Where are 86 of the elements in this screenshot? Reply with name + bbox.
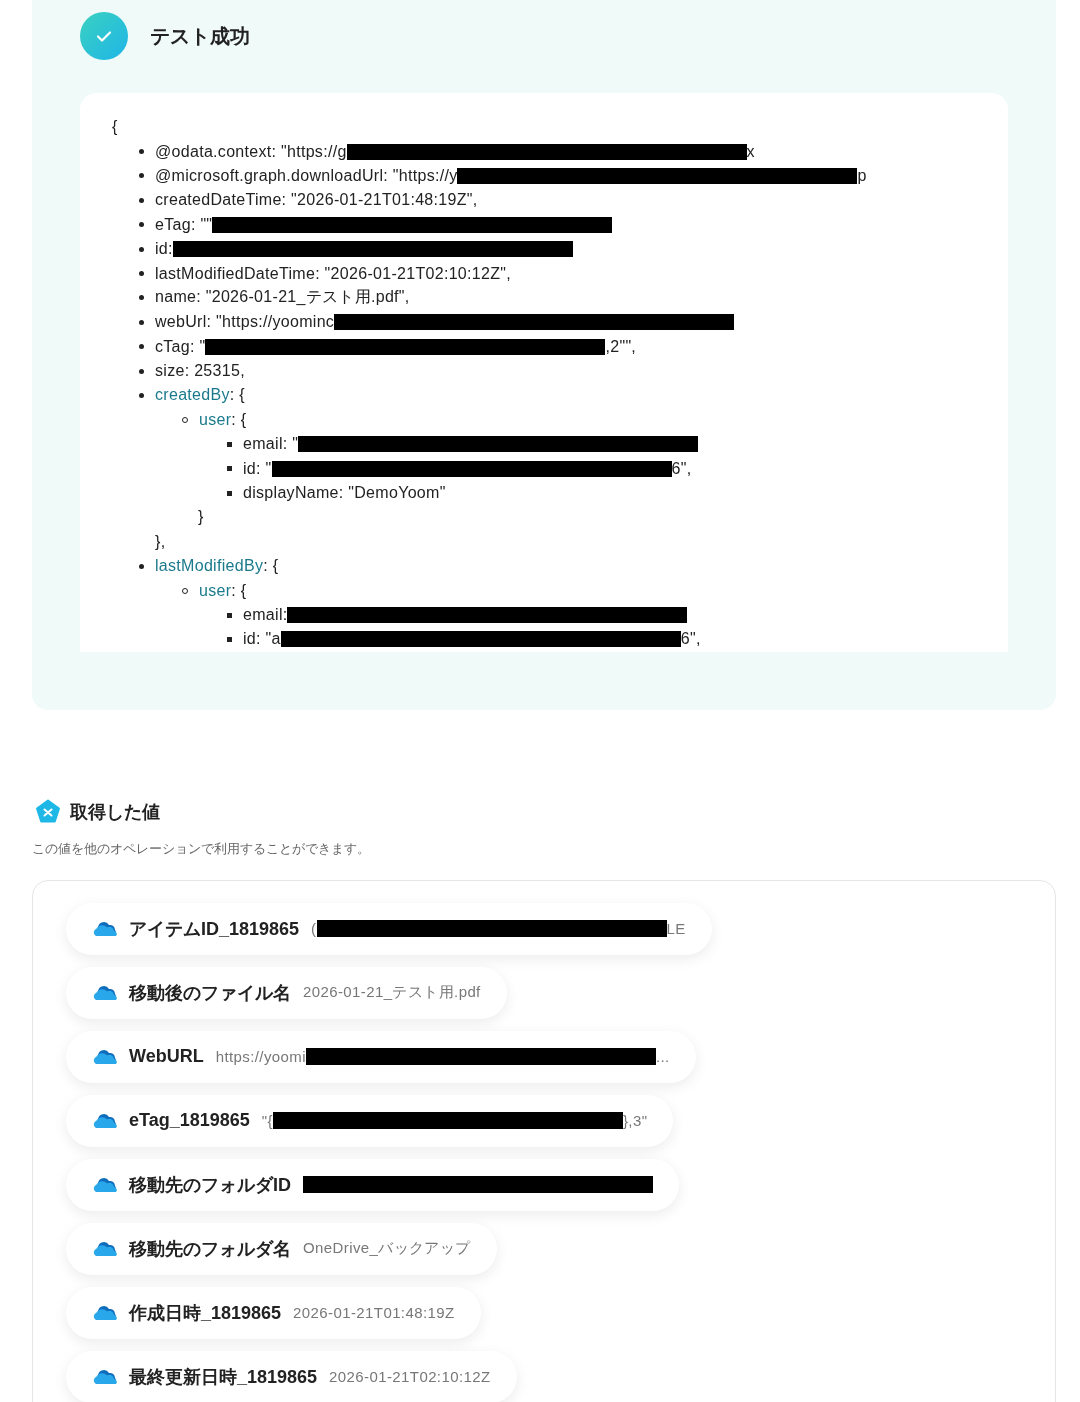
code-text: id: " [243,459,272,478]
value-chip[interactable]: アイテムID_1819865 ( LE [66,902,712,955]
code-key: lastModifiedBy [155,557,264,576]
value-chip[interactable]: 作成日時_1819865 2026-01-21T01:48:19Z [66,1286,481,1339]
cloud-icon [92,1368,118,1385]
code-text: @microsoft.graph.downloadUrl: "https://y [155,166,458,185]
pentagon-icon [34,797,62,826]
bullet-icon [139,295,144,301]
code-text: x [746,142,755,161]
cloud-icon [92,984,118,1001]
value-label: 最終更新日時_1819865 [129,1365,318,1389]
code-key: createdBy [155,386,230,405]
code-text: lastModifiedDateTime: "2026-01-21T02:10:12Z", [155,264,511,283]
code-text: : { [263,557,279,576]
bullet-icon [139,149,144,155]
value-text: ( [311,920,317,938]
value-label: 作成日時_1819865 [129,1301,282,1325]
value-text: ... [655,1048,670,1066]
code-text: cTag: " [155,337,206,356]
code-text: }, [154,532,166,551]
bullet-icon [139,173,144,179]
status-title: テスト成功 [150,23,250,49]
bullet-icon [227,636,232,642]
value-text: 2026-01-21_テスト用.pdf [303,983,481,1003]
bullet-icon [139,246,144,252]
bullet-icon [139,344,144,350]
value-chip[interactable]: 移動後のファイル名 2026-01-21_テスト用.pdf [66,966,507,1019]
cloud-icon [92,1048,118,1065]
code-text: id: [155,240,173,259]
code-text: size: 25315, [155,362,245,381]
value-chip[interactable]: 移動先のフォルダ名 OneDrive_バックアップ [66,1222,497,1275]
bullet-icon [139,563,144,569]
cloud-icon [92,1304,118,1321]
code-text: { [112,118,118,137]
section-title: 取得した値 [70,800,160,824]
code-text: eTag: "" [155,215,213,234]
code-key: user [199,581,232,600]
code-text: p [857,166,867,185]
bullet-icon [227,490,232,496]
cloud-icon [92,920,118,937]
value-label: 移動後のファイル名 [129,981,291,1005]
bullet-icon [139,271,144,277]
value-text: 2026-01-21T01:48:19Z [293,1304,455,1322]
code-key: user [199,410,232,429]
bullet-icon [227,466,232,472]
code-text: webUrl: "https://yoominc [155,313,335,332]
value-text: },3" [622,1112,648,1130]
code-text: : { [231,410,247,429]
value-chip[interactable]: 最終更新日時_1819865 2026-01-21T02:10:12Z [66,1350,517,1402]
code-text: name: "2026-01-21_テスト用.pdf", [155,287,410,308]
bullet-icon [139,368,144,374]
bullet-icon [139,319,144,325]
code-text: : { [231,581,247,600]
value-chip[interactable]: eTag_1819865 "{ },3" [66,1094,674,1147]
value-chip[interactable]: 移動先のフォルダID [66,1158,679,1211]
cloud-icon [92,1112,118,1129]
code-text: email: " [243,435,299,454]
code-text: ,2"", [605,337,637,356]
code-text: createdDateTime: "2026-01-21T01:48:19Z", [155,191,478,210]
code-text: email: [243,606,288,624]
code-text: @odata.context: "https://g [155,142,347,161]
bullet-icon [227,441,232,447]
bullet-icon [139,222,144,228]
code-text: id: "a [243,630,281,649]
value-text: https://yoomi [215,1048,306,1066]
bullet-icon [139,393,144,398]
cloud-icon [92,1240,118,1257]
code-text: displayName: "DemoYoom" [243,484,446,503]
value-text: 2026-01-21T02:10:12Z [329,1368,491,1386]
code-text: } [197,508,204,527]
value-label: 移動先のフォルダID [129,1173,291,1197]
value-label: WebURL [129,1046,204,1068]
code-text: 6", [671,459,692,478]
value-label: eTag_1819865 [129,1110,250,1132]
bullet-icon [139,197,144,203]
value-text: "{ [261,1112,273,1130]
code-text: : { [229,386,245,405]
value-text: LE [666,920,686,938]
code-text: 6", [680,630,701,649]
section-description: この値を他のオペレーションで利用することができます。 [32,839,371,858]
value-chip[interactable]: WebURL https://yoomi ... [66,1030,696,1083]
value-text: OneDrive_バックアップ [303,1239,471,1259]
cloud-icon [92,1176,118,1193]
value-label: アイテムID_1819865 [129,917,300,941]
bullet-icon [227,612,232,618]
value-label: 移動先のフォルダ名 [129,1237,291,1261]
